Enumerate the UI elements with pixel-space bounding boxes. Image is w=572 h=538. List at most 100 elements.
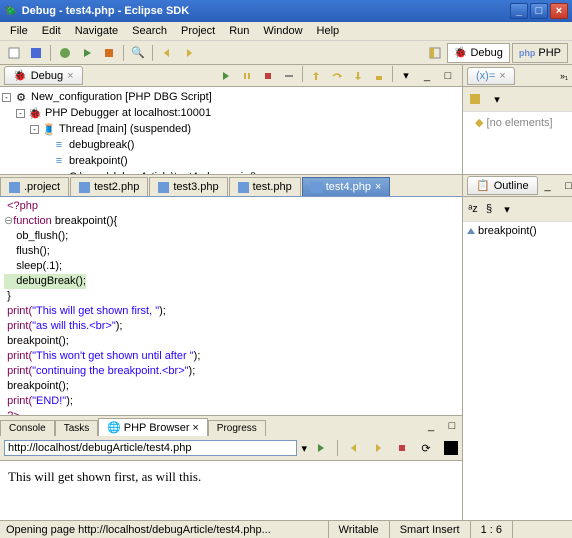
code-editor[interactable]: <?php ⊖function function breakpoint(){br… (0, 197, 462, 415)
tree-frame-row[interactable]: ≡C:\www\debugArticle\test4.php::main() (2, 169, 460, 174)
thread-icon: 🧵 (42, 122, 56, 136)
browser-refresh-button[interactable]: ⟳ (416, 438, 436, 458)
close-button[interactable]: × (550, 3, 568, 19)
editor-tab-test4[interactable]: test4.php× (302, 177, 391, 196)
collapse-button[interactable]: ▾ (487, 89, 507, 109)
step-return-button[interactable] (348, 66, 368, 86)
frame-icon: ≡ (52, 138, 66, 152)
maximize-view-button[interactable]: □ (442, 416, 462, 436)
status-position: 1 : 6 (470, 521, 512, 538)
editor-tab-test2[interactable]: test2.php (70, 177, 148, 196)
go-button[interactable] (311, 438, 331, 458)
nav-back-button[interactable] (157, 43, 177, 63)
maximize-button[interactable]: □ (530, 3, 548, 19)
editor-tab-test3[interactable]: test3.php (149, 177, 227, 196)
editor-tabs: .project test2.php test3.php test.php te… (0, 175, 462, 197)
sort-button[interactable]: ᵃz (465, 199, 481, 219)
browser-stop-button[interactable] (392, 438, 412, 458)
menu-help[interactable]: Help (311, 23, 346, 39)
tree-thread-row[interactable]: -🧵Thread [main] (suspended) (2, 121, 460, 137)
maximize-view-button[interactable]: □ (559, 176, 572, 196)
terminate-button[interactable] (258, 66, 278, 86)
editor-tab-test[interactable]: test.php (229, 177, 301, 196)
outline-body[interactable]: breakpoint() (463, 222, 572, 520)
debug-button[interactable] (55, 43, 75, 63)
bottom-views: Console Tasks 🌐 PHP Browser × Progress _… (0, 415, 462, 520)
menu-bar: File Edit Navigate Search Project Run Wi… (0, 22, 572, 41)
close-view-icon[interactable]: × (499, 70, 505, 82)
perspective-debug[interactable]: 🐞Debug (447, 43, 510, 63)
browser-fwd-button[interactable] (368, 438, 388, 458)
variables-tab[interactable]: (x)= × (467, 67, 515, 85)
show-types-button[interactable] (465, 89, 485, 109)
disconnect-button[interactable] (279, 66, 299, 86)
php-browser-tab[interactable]: 🌐 PHP Browser × (98, 418, 208, 436)
filter-button[interactable]: § (482, 199, 496, 219)
collapse-icon[interactable]: - (30, 125, 39, 134)
file-icon (9, 182, 20, 193)
perspective-php[interactable]: phpPHP (512, 43, 568, 63)
browser-back-button[interactable] (344, 438, 364, 458)
tree-frame-row[interactable]: ≡breakpoint() (2, 153, 460, 169)
debugger-icon: 🐞 (28, 106, 42, 120)
outline-menu-button[interactable]: ▾ (497, 199, 517, 219)
drop-frame-button[interactable] (369, 66, 389, 86)
editor-tab-project[interactable]: .project (0, 177, 69, 196)
search-button[interactable]: 🔍 (128, 43, 148, 63)
debug-view-tab[interactable]: 🐞 Debug × (4, 66, 83, 85)
minimize-view-button[interactable]: _ (421, 416, 441, 436)
menu-edit[interactable]: Edit (36, 23, 67, 39)
app-icon: 🪲 (4, 5, 18, 18)
collapse-icon[interactable]: - (2, 93, 11, 102)
suspend-button[interactable] (237, 66, 257, 86)
debug-icon: 🐞 (13, 69, 27, 82)
main-toolbar: 🔍 🐞Debug phpPHP (0, 41, 572, 65)
close-view-icon[interactable]: × (67, 70, 73, 82)
step-over-button[interactable] (327, 66, 347, 86)
chevron-icon[interactable]: »₁ (560, 71, 568, 81)
status-insert: Smart Insert (389, 521, 470, 538)
minimize-view-button[interactable]: _ (417, 66, 437, 86)
menu-project[interactable]: Project (175, 23, 221, 39)
outline-item[interactable]: breakpoint() (465, 224, 570, 238)
config-icon: ⚙ (14, 90, 28, 104)
resume-button[interactable] (216, 66, 236, 86)
ext-tools-button[interactable] (99, 43, 119, 63)
tree-debugger-row[interactable]: -🐞PHP Debugger at localhost:10001 (2, 105, 460, 121)
collapse-icon[interactable]: - (16, 109, 25, 118)
outline-view: 📋Outline _□ ᵃz § ▾ breakpoint() (463, 175, 572, 520)
maximize-view-button[interactable]: □ (438, 66, 458, 86)
url-input[interactable] (4, 440, 297, 456)
console-tab[interactable]: Console (0, 420, 55, 436)
step-into-button[interactable] (306, 66, 326, 86)
minimize-button[interactable]: _ (510, 3, 528, 19)
globe-icon: 🌐 (107, 422, 121, 434)
php-file-icon (238, 182, 249, 193)
url-dropdown-icon[interactable]: ▾ (301, 442, 307, 455)
open-perspective-button[interactable] (425, 43, 445, 63)
variables-body[interactable]: ◆ [no elements] (463, 112, 572, 174)
vars-icon: (x)= (476, 70, 495, 82)
menu-file[interactable]: File (4, 23, 34, 39)
menu-search[interactable]: Search (126, 23, 173, 39)
progress-tab[interactable]: Progress (208, 420, 266, 436)
menu-run[interactable]: Run (223, 23, 255, 39)
menu-window[interactable]: Window (257, 23, 308, 39)
tree-frame-row[interactable]: ≡debugbreak() (2, 137, 460, 153)
tasks-tab[interactable]: Tasks (55, 420, 99, 436)
view-menu-button[interactable]: ▾ (396, 66, 416, 86)
close-tab-icon[interactable]: × (375, 181, 381, 193)
minimize-view-button[interactable]: _ (538, 176, 558, 196)
nav-fwd-button[interactable] (179, 43, 199, 63)
save-button[interactable] (26, 43, 46, 63)
close-tab-icon[interactable]: × (192, 422, 198, 434)
status-message: Opening page http://localhost/debugArtic… (0, 524, 328, 536)
new-button[interactable] (4, 43, 24, 63)
run-button[interactable] (77, 43, 97, 63)
menu-navigate[interactable]: Navigate (69, 23, 124, 39)
debug-tree[interactable]: -⚙New_configuration [PHP DBG Script] -🐞P… (0, 87, 462, 174)
outline-tab[interactable]: 📋Outline (467, 176, 538, 195)
frame-icon: ≡ (52, 170, 66, 174)
status-bar: Opening page http://localhost/debugArtic… (0, 520, 572, 538)
tree-config-row[interactable]: -⚙New_configuration [PHP DBG Script] (2, 89, 460, 105)
